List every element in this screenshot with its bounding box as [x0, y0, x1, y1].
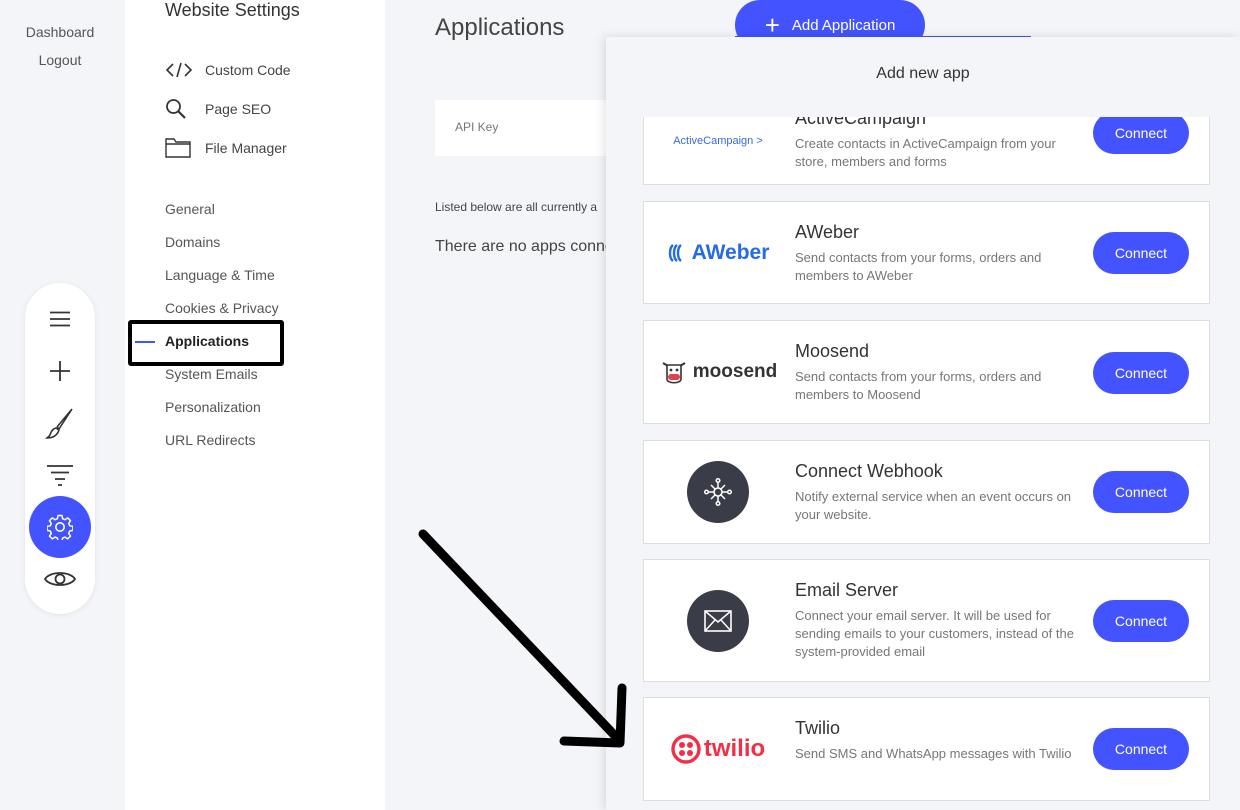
app-card-moosend: moosend Moosend Send contacts from your … — [643, 320, 1210, 424]
folder-icon — [165, 136, 195, 160]
annotation-highlight-box — [128, 320, 284, 366]
custom-code-label: Custom Code — [205, 62, 291, 78]
page-seo-label: Page SEO — [205, 101, 272, 117]
moosend-logo: moosend — [644, 321, 792, 423]
settings-title: Website Settings — [165, 0, 300, 20]
no-apps-text: There are no apps conne — [435, 238, 614, 255]
app-name: Email Server — [795, 580, 899, 600]
app-desc: Send SMS and WhatsApp messages with Twil… — [795, 746, 1072, 761]
plus-icon[interactable] — [25, 348, 95, 394]
connect-button[interactable]: Connect — [1093, 728, 1189, 770]
app-card-body: Moosend Send contacts from your forms, o… — [795, 341, 1085, 404]
add-application-label: Add Application — [791, 16, 896, 34]
nav-personalization[interactable]: Personalization — [165, 399, 261, 415]
add-app-panel: Add new app ActiveCampaign > ActiveCampa… — [606, 37, 1240, 810]
gear-icon[interactable] — [29, 496, 91, 558]
logout-link[interactable]: Logout — [0, 52, 120, 68]
app-name: Connect Webhook — [795, 461, 943, 481]
settings-sidebar: Website Settings Custom Code Page SEO Fi… — [125, 0, 385, 810]
connect-button[interactable]: Connect — [1093, 600, 1189, 642]
search-icon — [165, 97, 195, 121]
nav-domains[interactable]: Domains — [165, 234, 220, 250]
moosend-cow-icon — [662, 362, 686, 384]
email-server-logo — [644, 560, 792, 681]
app-name: AWeber — [795, 222, 860, 242]
app-card-email-server: Email Server Connect your email server. … — [643, 559, 1210, 682]
app-desc: Send contacts from your forms, orders an… — [795, 250, 1042, 283]
dashboard-link[interactable]: Dashboard — [0, 24, 120, 40]
nav-cookies-privacy[interactable]: Cookies & Privacy — [165, 300, 279, 316]
app-card-activecampaign: ActiveCampaign > ActiveCampaign Create c… — [643, 117, 1210, 185]
app-card-aweber: AWeber AWeber Send contacts from your fo… — [643, 201, 1210, 304]
modal-title: Add new app — [876, 65, 970, 82]
nav-url-redirects[interactable]: URL Redirects — [165, 432, 256, 448]
twilio-mark-icon — [671, 734, 701, 764]
listed-text: Listed below are all currently a — [435, 200, 598, 214]
editor-toolbar — [25, 283, 95, 614]
file-manager-label: File Manager — [205, 140, 287, 156]
nav-system-emails[interactable]: System Emails — [165, 366, 258, 382]
connect-button[interactable]: Connect — [1093, 232, 1189, 274]
file-manager-link[interactable]: File Manager — [165, 136, 287, 160]
app-card-body: ActiveCampaign Create contacts in Active… — [795, 117, 1085, 171]
filter-icon[interactable] — [25, 452, 95, 498]
app-desc: Send contacts from your forms, orders an… — [795, 369, 1042, 402]
custom-code-link[interactable]: Custom Code — [165, 58, 291, 82]
connect-button[interactable]: Connect — [1093, 352, 1189, 394]
code-icon — [165, 58, 195, 82]
connect-button[interactable]: Connect — [1093, 471, 1189, 513]
webhook-icon — [687, 461, 749, 523]
nav-general[interactable]: General — [165, 201, 215, 217]
aweber-mark-icon — [668, 243, 682, 262]
app-card-body: AWeber Send contacts from your forms, or… — [795, 222, 1085, 285]
menu-icon[interactable] — [25, 296, 95, 342]
app-card-body: Twilio Send SMS and WhatsApp messages wi… — [795, 718, 1085, 763]
brush-icon[interactable] — [25, 400, 95, 446]
app-desc: Connect your email server. It will be us… — [795, 608, 1074, 659]
twilio-logo: twilio — [644, 698, 792, 800]
app-name: Twilio — [795, 718, 841, 738]
app-desc: Create contacts in ActiveCampaign from y… — [795, 136, 1056, 169]
app-desc: Notify external service when an event oc… — [795, 489, 1072, 522]
aweber-logo: AWeber — [644, 202, 792, 303]
page-seo-link[interactable]: Page SEO — [165, 97, 271, 121]
app-card-webhook: Connect Webhook Notify external service … — [643, 440, 1210, 544]
api-key-label: API Key — [455, 120, 499, 134]
app-card-body: Connect Webhook Notify external service … — [795, 461, 1085, 524]
left-rail: Dashboard Logout — [0, 0, 125, 810]
nav-language-time[interactable]: Language & Time — [165, 267, 275, 283]
app-name: ActiveCampaign — [795, 117, 927, 128]
app-list[interactable]: ActiveCampaign > ActiveCampaign Create c… — [606, 117, 1240, 810]
app-card-body: Email Server Connect your email server. … — [795, 580, 1085, 661]
envelope-icon — [687, 589, 749, 652]
plus-icon: + — [764, 10, 780, 40]
app-name: Moosend — [795, 341, 870, 361]
activecampaign-logo: ActiveCampaign > — [673, 135, 763, 147]
connect-button[interactable]: Connect — [1093, 117, 1189, 154]
page-title: Applications — [435, 14, 565, 41]
eye-icon[interactable] — [25, 556, 95, 602]
webhook-logo — [644, 441, 792, 543]
app-card-twilio: twilio Twilio Send SMS and WhatsApp mess… — [643, 697, 1210, 801]
